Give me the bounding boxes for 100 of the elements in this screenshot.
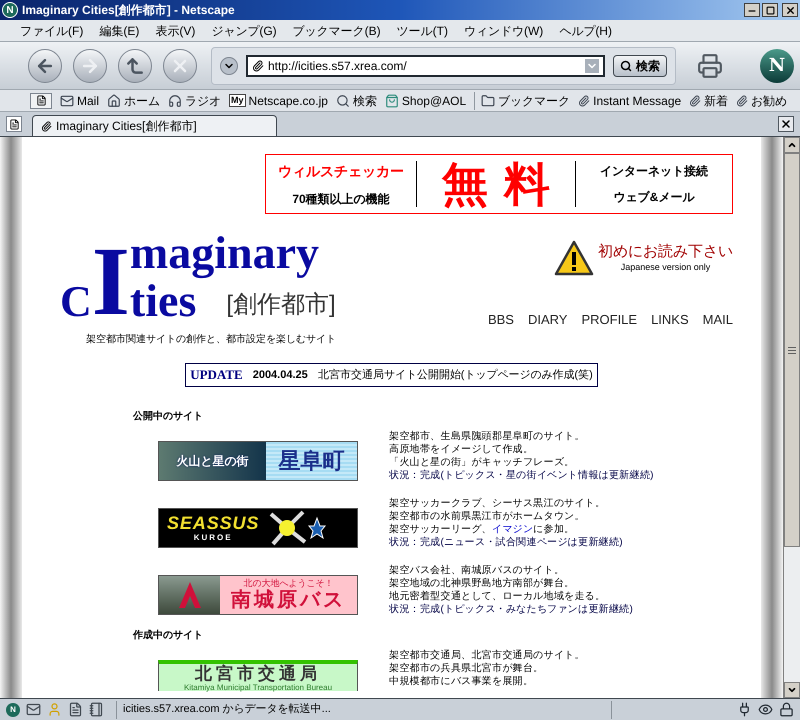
chevron-up-icon xyxy=(787,140,797,150)
bag-icon xyxy=(384,94,399,108)
toolbar-link[interactable]: 検索 xyxy=(336,92,377,110)
search-button[interactable]: 検索 xyxy=(613,54,667,76)
site-status: 状況：完成(ニュース・試合関連ページは更新継続) xyxy=(389,536,623,548)
update-date: 2004.04.25 xyxy=(252,368,308,382)
address-field[interactable]: http://icities.s57.xrea.com/ xyxy=(246,54,605,76)
banner-title: 北宮市交通局 xyxy=(195,664,321,684)
site-description: 架空都市、生島県隗頭郡星阜町のサイト。 xyxy=(389,430,586,442)
mail-icon[interactable] xyxy=(26,702,41,717)
logo-text: maginary xyxy=(130,226,320,280)
ad-text: ウェブ&メール xyxy=(614,189,694,206)
nav-link[interactable]: LINKS xyxy=(651,310,689,329)
maximize-button[interactable] xyxy=(762,3,778,17)
url-text: http://icities.s57.xrea.com/ xyxy=(268,58,407,74)
grip-icon xyxy=(788,346,796,354)
section-heading: 公開中のサイト xyxy=(133,410,204,422)
notice-link[interactable]: 初めにお読み下さい Japanese version only xyxy=(554,240,733,276)
scroll-up-icon[interactable] xyxy=(784,137,800,153)
menu-item[interactable]: ファイル(F) xyxy=(20,22,84,40)
menu-item[interactable]: ブックマーク(B) xyxy=(292,22,381,40)
site-banner[interactable]: 火山と星の街 星阜町 xyxy=(158,440,358,480)
close-button[interactable] xyxy=(782,3,798,17)
nav-link[interactable]: MAIL xyxy=(702,310,733,329)
reload-arrow-icon xyxy=(125,56,145,76)
search-icon xyxy=(336,94,350,108)
house-icon xyxy=(107,94,122,108)
back-button[interactable] xyxy=(28,48,62,82)
star-burst-drawing xyxy=(267,510,328,546)
padlock-icon xyxy=(779,702,794,717)
site-description: 架空都市交通局、北宮市交通局のサイト。 xyxy=(389,648,585,662)
browser-tab[interactable]: Imaginary Cities[創作都市] xyxy=(32,115,277,136)
toolbar-link[interactable]: Mail xyxy=(60,92,100,110)
menu-item[interactable]: ヘルプ(H) xyxy=(559,22,612,40)
site-description: 架空サッカーリーグ、 xyxy=(389,524,492,534)
sidebar-toggle-icon[interactable] xyxy=(30,92,52,108)
document-icon xyxy=(8,118,20,130)
close-tab-button[interactable] xyxy=(778,116,794,132)
nav-link[interactable]: DIARY xyxy=(528,310,568,329)
menu-item[interactable]: 表示(V) xyxy=(155,22,196,40)
banner-text: KUROE xyxy=(194,534,233,542)
toolbar-link[interactable]: ラジオ xyxy=(168,92,222,110)
paperclip-icon xyxy=(689,94,702,106)
banner-title: 南城原バス xyxy=(231,590,346,610)
site-banner[interactable]: 北宮市交通局 Kitamiya Municipal Transportation Bureau xyxy=(158,660,358,690)
toolbar-link[interactable]: ブックマーク xyxy=(474,92,570,110)
netscape-logo-icon: N xyxy=(760,48,794,82)
ad-banner[interactable]: ウィルスチェッカー 70種類以上の機能 無 料 インターネット接続 ウェブ&メール xyxy=(265,154,733,214)
nav-link[interactable]: BBS xyxy=(488,310,514,329)
site-status: 状況：完成(トピックス・星の街イベント情報は更新継続) xyxy=(389,468,654,482)
banner-title: 星阜町 xyxy=(278,450,344,472)
site-description: 高原地帯をイメージして作成。 xyxy=(389,442,534,456)
logo-subtitle: [創作都市] xyxy=(226,290,336,320)
menu-item[interactable]: ツール(T) xyxy=(396,22,448,40)
eye-icon xyxy=(758,702,773,717)
league-link[interactable]: イマジン xyxy=(492,524,534,534)
toolbar-link[interactable]: My Netscape.co.jp xyxy=(229,92,328,110)
reload-button[interactable] xyxy=(118,48,152,82)
scroll-down-icon[interactable] xyxy=(784,682,800,698)
stop-button[interactable] xyxy=(163,48,197,82)
notice-title: 初めにお読み下さい xyxy=(598,243,733,262)
mail-icon xyxy=(60,94,74,108)
composer-icon[interactable] xyxy=(68,702,83,717)
site-banner[interactable]: SEASSUS KUROE xyxy=(158,508,358,548)
warning-icon xyxy=(554,240,594,276)
window-title: Imaginary Cities[創作都市] - Netscape xyxy=(22,2,235,19)
folder-icon xyxy=(481,94,496,108)
ad-text: インターネット接続 xyxy=(600,163,708,180)
dropdown-button[interactable] xyxy=(220,56,238,74)
forward-button[interactable] xyxy=(73,48,107,82)
site-status: 状況：完成(トピックス・みなたちファンは更新継続) xyxy=(389,602,634,616)
address-book-icon[interactable] xyxy=(89,702,104,717)
menu-item[interactable]: ジャンプ(G) xyxy=(211,22,277,40)
scrollbar[interactable] xyxy=(783,137,800,698)
printer-icon[interactable] xyxy=(697,52,723,78)
toolbar-link[interactable]: Instant Message xyxy=(578,92,682,110)
site-description: に参加。 xyxy=(533,524,574,534)
banner-title: SEASSUS xyxy=(167,514,260,532)
site-description: 架空サッカークラブ、シーサス黒江のサイト。 xyxy=(389,496,606,510)
toolbar-link[interactable]: お勧め xyxy=(736,92,788,110)
my-badge: My xyxy=(229,94,246,107)
toolbar-link[interactable]: ホーム xyxy=(107,92,160,110)
plug-icon xyxy=(737,702,752,717)
headphones-icon xyxy=(168,94,182,108)
minimize-button[interactable] xyxy=(744,3,760,17)
status-text: icities.s57.xrea.com からデータを転送中... xyxy=(116,700,605,718)
toolbar-link[interactable]: 新着 xyxy=(689,92,728,110)
site-description: 架空バス会社、南城原バスのサイト。 xyxy=(389,564,566,576)
notice-subtitle: Japanese version only xyxy=(620,262,710,273)
tagline: 架空都市関連サイトの創作と、都市設定を楽しむサイト xyxy=(86,332,336,347)
toolbar-link[interactable]: Shop@AOL xyxy=(384,92,466,110)
new-tab-icon[interactable] xyxy=(6,116,22,132)
menu-item[interactable]: ウィンドウ(W) xyxy=(464,22,544,40)
scroll-thumb[interactable] xyxy=(784,153,800,547)
app-logo-icon[interactable]: N xyxy=(6,702,20,716)
app-logo-icon: N xyxy=(2,2,18,18)
nav-link[interactable]: PROFILE xyxy=(581,310,638,329)
site-description: 中規模都市にバス事業を展開。 xyxy=(389,674,534,688)
site-banner[interactable]: 北の大地へようこそ！ 南城原バス xyxy=(158,574,358,614)
menu-item[interactable]: 編集(E) xyxy=(99,22,140,40)
